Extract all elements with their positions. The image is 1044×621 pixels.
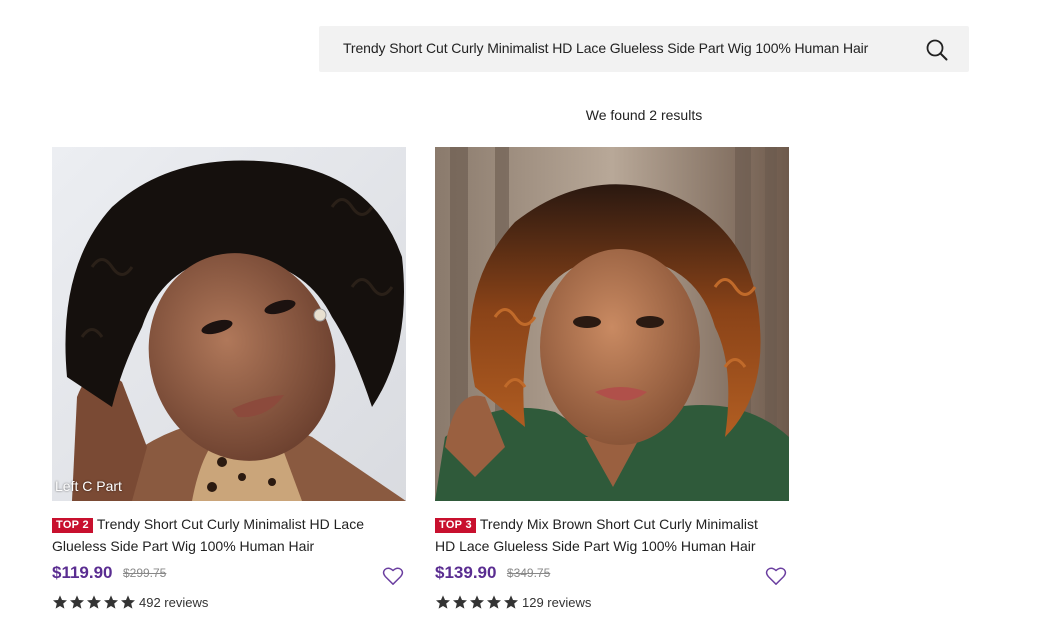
star-icon bbox=[121, 595, 135, 609]
product-card[interactable]: Left C Part TOP 2 Trendy Short Cut Curly … bbox=[52, 147, 406, 612]
original-price: $349.75 bbox=[506, 566, 551, 580]
product-title-text: Trendy Mix Brown Short Cut Curly Minimal… bbox=[435, 516, 758, 554]
review-count[interactable]: 129 reviews bbox=[522, 595, 591, 610]
search-input[interactable]: Trendy Short Cut Curly Minimalist HD Lac… bbox=[343, 40, 868, 56]
price-row: $139.90 $349.75 bbox=[435, 563, 789, 589]
product-image[interactable]: Left C Part bbox=[52, 147, 406, 501]
star-icon bbox=[504, 595, 518, 609]
product-title[interactable]: TOP 3 Trendy Mix Brown Short Cut Curly Mi… bbox=[435, 513, 780, 557]
price-row: $119.90 $299.75 bbox=[52, 563, 406, 589]
star-icon bbox=[104, 595, 118, 609]
rating-row: 492 reviews bbox=[52, 592, 406, 612]
review-count[interactable]: 492 reviews bbox=[139, 595, 208, 610]
current-price: $119.90 bbox=[52, 563, 113, 582]
search-bar[interactable]: Trendy Short Cut Curly Minimalist HD Lac… bbox=[319, 26, 969, 72]
current-price: $139.90 bbox=[435, 563, 497, 582]
heart-icon[interactable] bbox=[382, 566, 404, 586]
product-title[interactable]: TOP 2 Trendy Short Cut Curly Minimalist H… bbox=[52, 513, 397, 557]
image-overlay-label: Left C Part bbox=[55, 478, 122, 494]
star-icon bbox=[470, 595, 484, 609]
star-icon bbox=[436, 595, 450, 609]
search-icon[interactable] bbox=[925, 38, 949, 62]
star-rating bbox=[435, 594, 519, 610]
product-title-text: Trendy Short Cut Curly Minimalist HD Lac… bbox=[52, 516, 365, 554]
star-icon bbox=[87, 595, 101, 609]
heart-icon[interactable] bbox=[765, 566, 787, 586]
rank-badge: TOP 3 bbox=[435, 518, 476, 533]
product-image[interactable] bbox=[435, 147, 789, 501]
product-card[interactable]: TOP 3 Trendy Mix Brown Short Cut Curly Mi… bbox=[435, 147, 789, 612]
results-count: We found 2 results bbox=[585, 107, 703, 123]
original-price: $299.75 bbox=[122, 566, 167, 580]
star-icon bbox=[53, 595, 67, 609]
star-icon bbox=[487, 595, 501, 609]
star-icon bbox=[70, 595, 84, 609]
rank-badge: TOP 2 bbox=[52, 518, 93, 533]
rating-row: 129 reviews bbox=[435, 592, 789, 612]
star-rating bbox=[52, 594, 136, 610]
star-icon bbox=[453, 595, 467, 609]
